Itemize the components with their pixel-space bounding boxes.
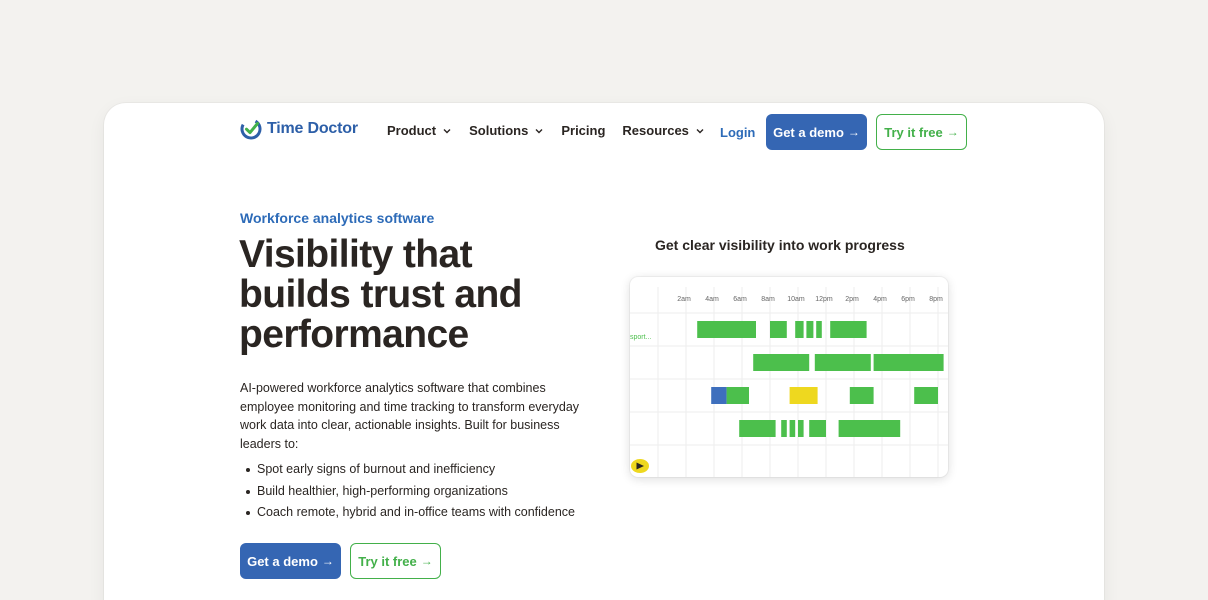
main-menu: Product Solutions Pricing Resources <box>387 123 722 138</box>
logo[interactable]: Time Doctor <box>239 117 358 141</box>
page-card: Time Doctor Product Solutions Pricing Re… <box>104 103 1104 600</box>
button-label: Try it free <box>358 553 417 569</box>
time-label: 6pm <box>901 296 915 303</box>
time-label: 4pm <box>873 296 887 303</box>
activity-bar-active <box>838 420 901 437</box>
list-item: Coach remote, hybrid and in-office teams… <box>244 502 575 524</box>
activity-bar-active <box>781 420 787 437</box>
activity-bar-active <box>726 387 749 404</box>
activity-bar-active <box>816 321 822 338</box>
menu-item-label: Resources <box>622 123 689 138</box>
time-label: 10am <box>787 296 805 303</box>
time-doctor-logo-icon <box>240 118 262 140</box>
activity-bar-active <box>849 387 874 404</box>
menu-item-product[interactable]: Product <box>387 123 452 138</box>
activity-bar-active <box>830 321 867 338</box>
menu-item-resources[interactable]: Resources <box>622 123 704 138</box>
top-navigation: Time Doctor Product Solutions Pricing Re… <box>104 103 1104 161</box>
activity-bar-active <box>798 420 804 437</box>
time-label: 2pm <box>845 296 859 303</box>
time-label: 2am <box>677 296 691 303</box>
activity-bar-active <box>753 354 810 371</box>
menu-item-pricing[interactable]: Pricing <box>561 123 605 138</box>
chevron-down-icon <box>696 128 704 133</box>
hero-eyebrow: Workforce analytics software <box>240 210 435 226</box>
row-label: sport... <box>630 334 651 341</box>
list-item: Build healthier, high-performing organiz… <box>244 481 575 503</box>
menu-item-solutions[interactable]: Solutions <box>469 123 544 138</box>
hero-description: AI-powered workforce analytics software … <box>240 381 580 451</box>
list-item: Spot early signs of burnout and ineffici… <box>244 459 575 481</box>
arrow-right-icon: → <box>847 125 860 139</box>
arrow-right-icon: → <box>420 554 433 568</box>
nav-get-demo-button[interactable]: Get a demo → <box>766 114 867 150</box>
arrow-right-icon: → <box>321 554 334 568</box>
timeline-visual: 2am 4am 6am 8am 10am 12pm 2pm 4pm 6pm 8pm sport... <box>630 277 948 477</box>
activity-bar-active <box>809 420 826 437</box>
activity-bar-idle <box>789 387 818 404</box>
visual-title: Get clear visibility into work progress <box>655 237 905 253</box>
menu-item-label: Pricing <box>561 123 606 138</box>
login-link[interactable]: Login <box>720 125 755 140</box>
activity-bar-active <box>806 321 814 338</box>
activity-bar-active <box>873 354 944 371</box>
button-label: Get a demo <box>247 553 318 569</box>
hero-bullet-list: Spot early signs of burnout and ineffici… <box>244 459 575 524</box>
activity-bar-active <box>795 321 804 338</box>
time-label: 6am <box>733 296 747 303</box>
nav-try-free-button[interactable]: Try it free → <box>876 114 967 150</box>
button-label: Try it free <box>884 124 943 140</box>
activity-bar-active <box>770 321 787 338</box>
activity-bar-active <box>697 321 756 338</box>
activity-bar-active <box>914 387 938 404</box>
hero-try-free-button[interactable]: Try it free → <box>350 543 441 579</box>
activity-bar-active <box>739 420 776 437</box>
logo-text: Time Doctor <box>267 120 358 137</box>
time-label: 8pm <box>929 296 943 303</box>
chevron-down-icon <box>443 128 451 133</box>
timeline-chart: 2am 4am 6am 8am 10am 12pm 2pm 4pm 6pm 8pm sport... <box>630 287 948 477</box>
arrow-right-icon: → <box>946 125 959 139</box>
activity-bar-active <box>789 420 796 437</box>
menu-item-label: Solutions <box>469 123 529 138</box>
time-label: 12pm <box>815 296 833 303</box>
hero-get-demo-button[interactable]: Get a demo → <box>240 543 341 579</box>
activity-bar-manual <box>711 387 727 404</box>
hero-headline: Visibility that builds trust and perform… <box>239 233 523 356</box>
chevron-down-icon <box>535 128 543 133</box>
time-label: 4am <box>705 296 719 303</box>
menu-item-label: Product <box>387 123 437 138</box>
activity-bar-active <box>814 354 871 371</box>
time-label: 8am <box>761 296 775 303</box>
button-label: Get a demo <box>773 124 844 140</box>
